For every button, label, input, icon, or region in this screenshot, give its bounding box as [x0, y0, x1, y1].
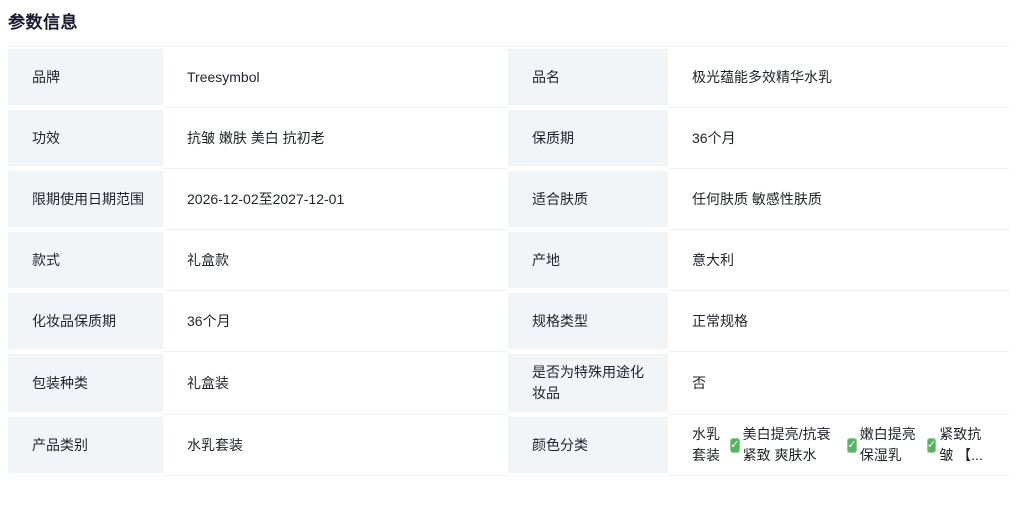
param-label: 颜色分类: [508, 415, 668, 476]
param-label: 产品类别: [8, 415, 163, 476]
param-value: 否: [668, 352, 1009, 415]
param-value: 抗皱 嫩肤 美白 抗初老: [163, 108, 508, 169]
green-check-icon: ✓: [847, 438, 856, 453]
table-row: 限期使用日期范围 2026-12-02至2027-12-01 适合肤质 任何肤质…: [8, 169, 1009, 230]
param-value: 水乳套装: [163, 415, 508, 476]
param-table: 品牌 Treesymbol 品名 极光蕴能多效精华水乳 功效 抗皱 嫩肤 美白 …: [8, 46, 1009, 476]
param-label: 规格类型: [508, 291, 668, 352]
param-label: 适合肤质: [508, 169, 668, 230]
param-value: 36个月: [668, 108, 1009, 169]
param-label: 是否为特殊用途化妆品: [508, 352, 668, 415]
param-value-text: 水乳套装: [692, 424, 727, 466]
param-value: 36个月: [163, 291, 508, 352]
param-label: 品牌: [8, 47, 163, 108]
green-check-icon: ✓: [927, 438, 936, 453]
param-value: 水乳套装 ✓美白提亮/抗衰紧致 爽肤水 ✓嫩白提亮 保湿乳✓紧致抗皱 【...: [668, 415, 1009, 476]
param-value: 正常规格: [668, 291, 1009, 352]
param-value: Treesymbol: [163, 47, 508, 108]
page-title: 参数信息: [8, 8, 1017, 33]
table-row: 品牌 Treesymbol 品名 极光蕴能多效精华水乳: [8, 47, 1009, 108]
param-label: 功效: [8, 108, 163, 169]
param-value: 极光蕴能多效精华水乳: [668, 47, 1009, 108]
param-value-text: 嫩白提亮 保湿乳: [860, 424, 924, 466]
param-label: 品名: [508, 47, 668, 108]
table-row: 功效 抗皱 嫩肤 美白 抗初老 保质期 36个月: [8, 108, 1009, 169]
param-label: 产地: [508, 230, 668, 291]
param-label: 款式: [8, 230, 163, 291]
param-value: 意大利: [668, 230, 1009, 291]
param-label: 保质期: [508, 108, 668, 169]
param-label: 包装种类: [8, 352, 163, 415]
param-value: 礼盒装: [163, 352, 508, 415]
param-value-text: 紧致抗皱 【...: [939, 424, 993, 466]
param-value-text: 美白提亮/抗衰紧致 爽肤水: [743, 424, 845, 466]
product-parameters-section: 参数信息 品牌 Treesymbol 品名 极光蕴能多效精华水乳 功效 抗皱 嫩…: [0, 0, 1017, 476]
table-row: 化妆品保质期 36个月 规格类型 正常规格: [8, 291, 1009, 352]
table-row: 包装种类 礼盒装 是否为特殊用途化妆品 否: [8, 352, 1009, 415]
param-value: 任何肤质 敏感性肤质: [668, 169, 1009, 230]
param-label: 化妆品保质期: [8, 291, 163, 352]
green-check-icon: ✓: [730, 438, 739, 453]
param-label: 限期使用日期范围: [8, 169, 163, 230]
table-row: 款式 礼盒款 产地 意大利: [8, 230, 1009, 291]
table-row: 产品类别 水乳套装 颜色分类 水乳套装 ✓美白提亮/抗衰紧致 爽肤水 ✓嫩白提亮…: [8, 415, 1009, 476]
param-value: 2026-12-02至2027-12-01: [163, 169, 508, 230]
param-value: 礼盒款: [163, 230, 508, 291]
